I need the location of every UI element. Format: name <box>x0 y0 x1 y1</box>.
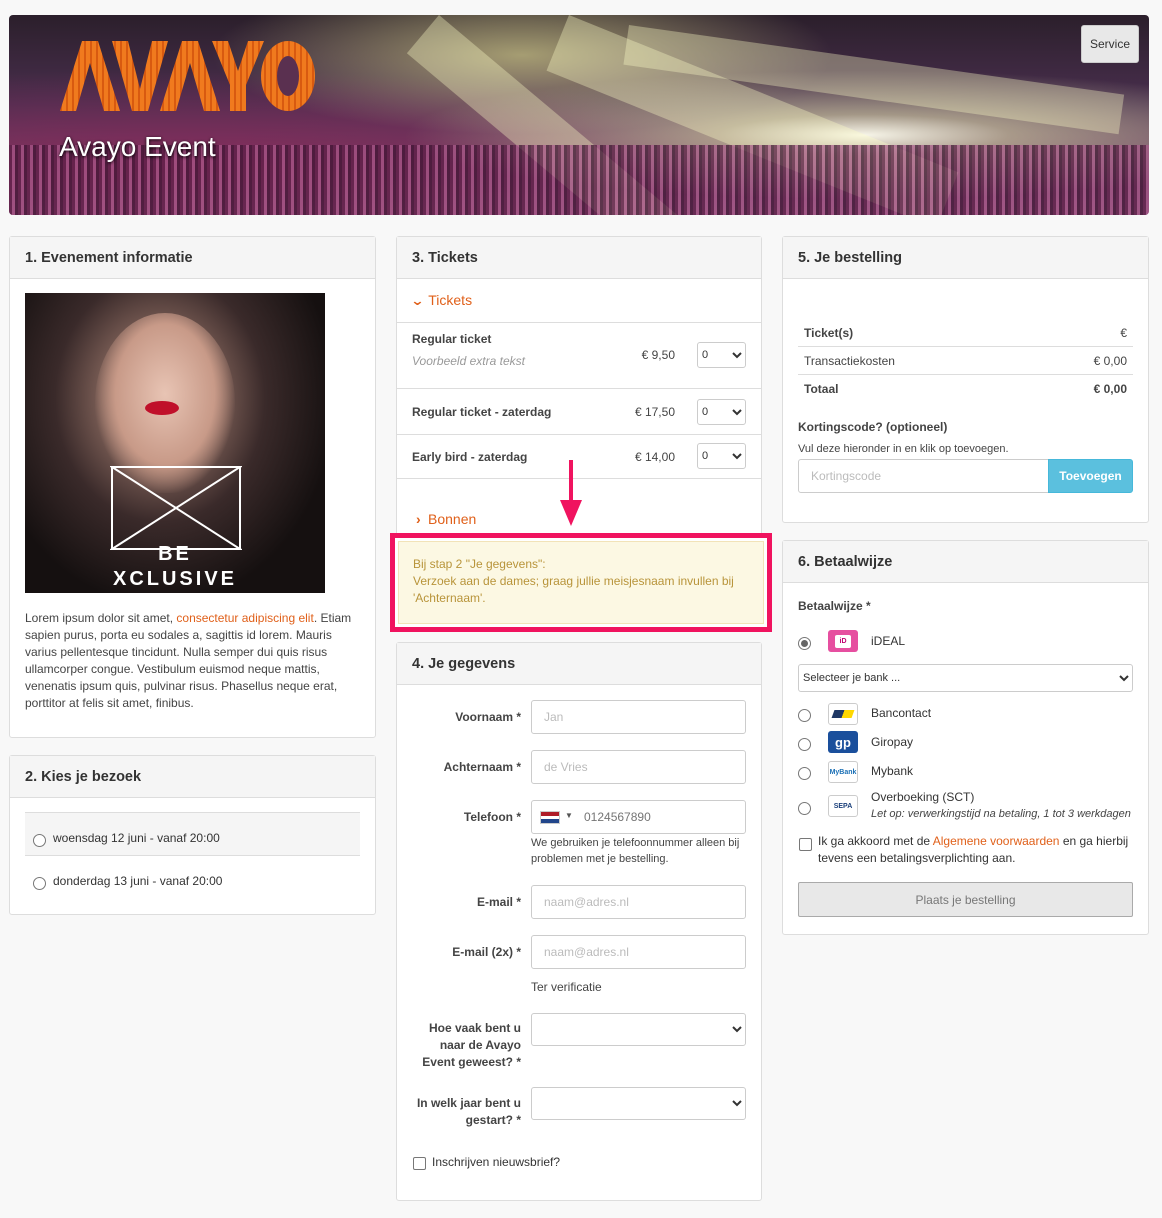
details-panel: 4. Je gegevens Voornaam * Achternaam * T… <box>396 642 762 1201</box>
avayo-logo <box>60 41 315 111</box>
visit-radio-1[interactable] <box>33 834 46 847</box>
start-year-select[interactable] <box>531 1087 746 1120</box>
place-order-button[interactable]: Plaats je bestelling <box>798 882 1133 917</box>
email-input[interactable] <box>531 885 746 919</box>
vouchers-toggle[interactable]: › Bonnen <box>416 511 476 527</box>
add-discount-button[interactable]: Toevoegen <box>1048 459 1133 493</box>
payment-heading: 6. Betaalwijze <box>783 541 1148 583</box>
first-name-label: Voornaam * <box>455 710 521 724</box>
event-image: BE XCLUSIVE <box>25 293 325 593</box>
payment-method-name: Overboeking (SCT) <box>871 790 975 804</box>
header-banner: Avayo Event Service <box>9 15 1149 215</box>
details-heading: 4. Je gegevens <box>397 643 761 685</box>
payment-method-name: Giropay <box>871 735 914 749</box>
ticket-price: € 14,00 <box>634 450 675 464</box>
notice-box: Bij stap 2 "Je gegevens": Verzoek aan de… <box>390 533 772 632</box>
payment-method-name: Mybank <box>871 764 914 778</box>
payment-method-name: Bancontact <box>871 706 932 720</box>
visit-option-2[interactable]: donderdag 13 juni - vanaf 20:00 <box>25 856 360 900</box>
visit-count-select[interactable] <box>531 1013 746 1046</box>
ideal-icon: iD <box>828 630 858 652</box>
payment-label: Betaalwijze * <box>798 599 871 613</box>
payment-radio-mybank[interactable] <box>798 767 811 780</box>
mybank-icon: MyBank <box>828 761 858 783</box>
event-info-heading: 1. Evenement informatie <box>10 237 375 279</box>
visit-option-label: woensdag 12 juni - vanaf 20:00 <box>53 831 220 845</box>
terms-checkbox[interactable] <box>799 838 812 851</box>
phone-help: We gebruiken je telefoonnummer alleen bi… <box>531 837 740 865</box>
ticket-qty-select[interactable]: 0 <box>697 399 746 425</box>
ticket-price: € 17,50 <box>634 405 675 419</box>
description-link[interactable]: consectetur adipiscing elit <box>176 611 313 625</box>
terms-text: Ik ga akkoord met de Algemene voorwaarde… <box>818 834 1129 865</box>
ticket-price: € 9,50 <box>641 348 675 362</box>
service-button[interactable]: Service <box>1081 25 1139 63</box>
start-year-label: In welk jaar bent u gestart? * <box>416 1096 521 1127</box>
chevron-down-icon: ⌄ <box>410 293 425 308</box>
caret-down-icon: ▼ <box>565 811 573 820</box>
discount-help: Vul deze hieronder in en klik op toevoeg… <box>798 443 1009 455</box>
giropay-icon: gp <box>828 731 858 753</box>
ticket-name: Regular ticket <box>412 332 492 346</box>
visit-radio-2[interactable] <box>33 877 46 890</box>
visit-option-1[interactable]: woensdag 12 juni - vanaf 20:00 <box>25 812 360 856</box>
phone-label: Telefoon * <box>463 810 521 824</box>
newsletter-checkbox[interactable] <box>413 1157 426 1170</box>
last-name-input[interactable] <box>531 750 746 784</box>
event-info-panel: 1. Evenement informatie BE XCLUSIVE Lore… <box>9 236 376 738</box>
bancontact-icon <box>828 703 858 725</box>
ticket-name: Early bird - zaterdag <box>412 450 528 464</box>
ticket-extra: Voorbeeld extra tekst <box>412 354 525 368</box>
order-heading: 5. Je bestelling <box>783 237 1148 279</box>
notice-line-2: Verzoek aan de dames; graag jullie meisj… <box>413 574 734 605</box>
ticket-row: Regular ticket Voorbeeld extra tekst € 9… <box>397 322 761 388</box>
payment-radio-bancontact[interactable] <box>798 709 811 722</box>
visit-heading: 2. Kies je bezoek <box>10 756 375 798</box>
tickets-heading: 3. Tickets <box>397 237 761 279</box>
flag-nl-icon[interactable] <box>540 811 560 824</box>
sepa-note: Let op: verwerkingstijd na betaling, 1 t… <box>871 808 1131 820</box>
terms-link[interactable]: Algemene voorwaarden <box>933 834 1060 848</box>
email2-help: Ter verificatie <box>531 980 602 994</box>
bank-select[interactable]: Selecteer je bank ... <box>798 664 1133 692</box>
ticket-qty-select[interactable]: 0 <box>697 342 746 368</box>
event-description: Lorem ipsum dolor sit amet, consectetur … <box>25 611 352 710</box>
sepa-icon: SEPA <box>828 795 858 817</box>
ticket-qty-select[interactable]: 0 <box>697 443 746 469</box>
email2-input[interactable] <box>531 935 746 969</box>
image-text-xclusive: XCLUSIVE <box>112 568 238 590</box>
payment-radio-sepa[interactable] <box>798 802 811 815</box>
payment-method-name: iDEAL <box>871 634 906 648</box>
ticket-row: Regular ticket - zaterdag € 17,50 0 <box>397 388 761 434</box>
notice-line-1: Bij stap 2 "Je gegevens": <box>413 557 546 571</box>
discount-input[interactable] <box>798 459 1049 493</box>
email2-label: E-mail (2x) * <box>452 945 521 959</box>
ticket-name: Regular ticket - zaterdag <box>412 405 552 419</box>
order-row: Ticket(s) € <box>798 319 1133 347</box>
phone-input[interactable] <box>582 805 732 829</box>
image-text-be: BE <box>158 543 192 565</box>
discount-label: Kortingscode? (optioneel) <box>798 420 948 434</box>
visit-count-label: Hoe vaak bent u naar de Avayo Event gewe… <box>422 1021 521 1069</box>
newsletter-label: Inschrijven nieuwsbrief? <box>432 1155 561 1169</box>
first-name-input[interactable] <box>531 700 746 734</box>
phone-field[interactable]: ▼ <box>531 800 746 834</box>
annotation-arrow-icon <box>560 460 582 526</box>
email-label: E-mail * <box>476 895 521 909</box>
payment-panel: 6. Betaalwijze Betaalwijze * iD iDEAL Se… <box>782 540 1149 935</box>
chevron-right-icon: › <box>416 511 421 527</box>
tickets-toggle[interactable]: ⌄ Tickets <box>410 292 472 309</box>
payment-radio-ideal[interactable] <box>798 637 811 650</box>
last-name-label: Achternaam * <box>443 760 521 774</box>
payment-radio-giropay[interactable] <box>798 738 811 751</box>
order-panel: 5. Je bestelling Ticket(s) € Transactiek… <box>782 236 1149 523</box>
order-row: Transactiekosten € 0,00 <box>798 347 1133 375</box>
visit-option-label: donderdag 13 juni - vanaf 20:00 <box>53 874 223 888</box>
order-row: Totaal € 0,00 <box>804 382 1127 396</box>
visit-panel: 2. Kies je bezoek woensdag 12 juni - van… <box>9 755 376 915</box>
event-title: Avayo Event <box>59 131 216 162</box>
